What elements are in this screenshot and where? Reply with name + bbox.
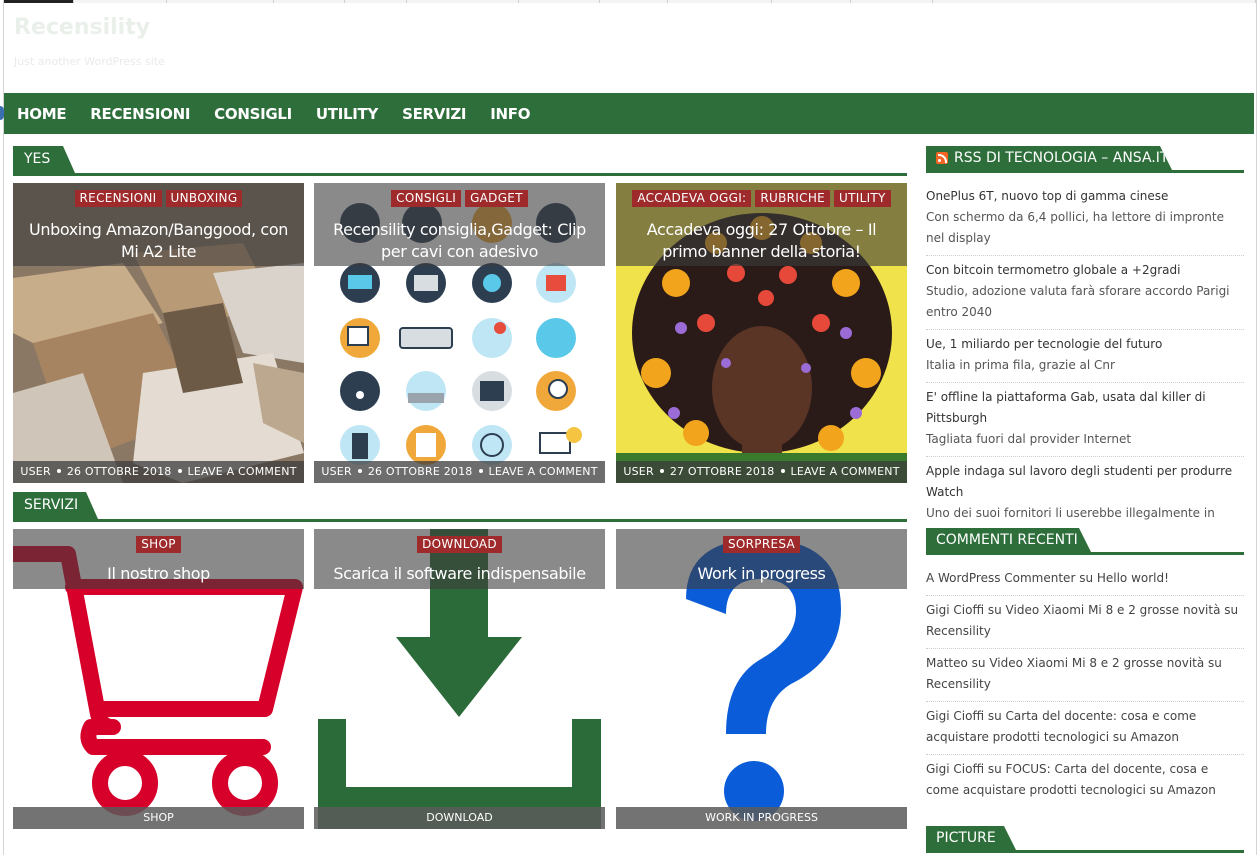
nav-item-home[interactable]: HOME <box>17 105 67 123</box>
category-badge[interactable]: GADGET <box>465 190 528 207</box>
post-comments-link[interactable]: LEAVE A COMMENT <box>188 465 297 478</box>
main-navigation: HOME RECENSIONI CONSIGLI UTILITY SERVIZI… <box>4 93 1254 134</box>
post-card[interactable]: CONSIGLI GADGET Recensility consiglia,Gad… <box>314 183 605 483</box>
post-author[interactable]: USER <box>321 465 351 478</box>
post-comments-link[interactable]: LEAVE A COMMENT <box>791 465 900 478</box>
category-badge[interactable]: SHOP <box>136 536 181 553</box>
rss-item-summary: Italia in prima fila, grazie al Cnr <box>926 358 1115 372</box>
widget-header-comments: COMMENTI RECENTI <box>926 528 1244 555</box>
post-title[interactable]: Recensility consiglia,Gadget: Clip per c… <box>322 219 597 263</box>
nav-item-recensioni[interactable]: RECENSIONI <box>90 105 190 123</box>
post-meta: USER 26 OTTOBRE 2018 LEAVE A COMMENT <box>314 461 605 483</box>
rss-item-summary: Studio, adozione valuta farà sforare acc… <box>926 284 1230 319</box>
site-title[interactable]: Recensility <box>14 15 150 40</box>
category-list: ACCADEVA OGGI: RUBRICHE UTILITY <box>616 190 907 207</box>
category-list: RECENSIONI UNBOXING <box>13 190 304 207</box>
category-list: CONSIGLI GADGET <box>314 190 605 207</box>
service-card[interactable]: SHOP Il nostro shop SHOP <box>13 529 304 829</box>
widget-title[interactable]: PICTURE <box>926 826 1016 850</box>
service-card[interactable]: DOWNLOAD Scarica il software indispensab… <box>314 529 605 829</box>
rss-item: Ue, 1 miliardo per tecnologie del futuro… <box>926 330 1244 383</box>
category-list: SORPRESA <box>616 536 907 553</box>
category-badge[interactable]: RECENSIONI <box>74 190 162 207</box>
widget-header-rss: RSS DI TECNOLOGIA – ANSA.IT <box>926 146 1244 173</box>
section-title[interactable]: YES <box>13 146 75 173</box>
rss-icon[interactable] <box>936 152 948 164</box>
post-author[interactable]: USER <box>623 465 653 478</box>
rss-item: OnePlus 6T, nuovo top di gamma cinese Co… <box>926 182 1244 256</box>
post-card[interactable]: RECENSIONI UNBOXING Unboxing Amazon/Bangg… <box>13 183 304 483</box>
rss-item: E' offline la piattaforma Gab, usata dal… <box>926 383 1244 457</box>
card-footer-label[interactable]: DOWNLOAD <box>314 807 605 829</box>
category-badge[interactable]: SORPRESA <box>722 536 800 553</box>
category-badge[interactable]: CONSIGLI <box>391 190 462 207</box>
site-description: Just another WordPress site <box>14 55 165 68</box>
rss-item-title[interactable]: Ue, 1 miliardo per tecnologie del futuro <box>926 334 1244 355</box>
rss-list: OnePlus 6T, nuovo top di gamma cinese Co… <box>926 182 1244 551</box>
post-title[interactable]: Unboxing Amazon/Banggood, con Mi A2 Lite <box>21 219 296 263</box>
comment-item[interactable]: Matteo su Video Xiaomi Mi 8 e 2 grosse n… <box>926 649 1244 702</box>
post-meta: USER 27 OTTOBRE 2018 LEAVE A COMMENT <box>616 461 907 483</box>
section-header-yes: YES <box>13 146 907 176</box>
card-footer-label[interactable]: SHOP <box>13 807 304 829</box>
post-title[interactable]: Scarica il software indispensabile <box>322 563 597 585</box>
recent-comments-list: A WordPress Commenter su Hello world! Gi… <box>926 564 1244 807</box>
post-author[interactable]: USER <box>20 465 50 478</box>
rss-item-summary: Tagliata fuori dal provider Internet <box>926 432 1132 446</box>
section-header-servizi: SERVIZI <box>13 492 907 522</box>
category-badge[interactable]: DOWNLOAD <box>417 536 502 553</box>
category-list: SHOP <box>13 536 304 553</box>
rss-item-title[interactable]: OnePlus 6T, nuovo top di gamma cinese <box>926 186 1244 207</box>
category-badge[interactable]: RUBRICHE <box>755 190 831 207</box>
category-badge[interactable]: ACCADEVA OGGI: <box>632 190 752 207</box>
post-date[interactable]: 26 OTTOBRE 2018 <box>368 465 473 478</box>
post-comments-link[interactable]: LEAVE A COMMENT <box>489 465 598 478</box>
post-card[interactable]: ACCADEVA OGGI: RUBRICHE UTILITY Accadeva o… <box>616 183 907 483</box>
widget-title[interactable]: COMMENTI RECENTI <box>926 528 1091 552</box>
comment-item[interactable]: Gigi Cioffi su Video Xiaomi Mi 8 e 2 gro… <box>926 596 1244 649</box>
comment-item[interactable]: A WordPress Commenter su Hello world! <box>926 564 1244 596</box>
category-list: DOWNLOAD <box>314 536 605 553</box>
nav-item-utility[interactable]: UTILITY <box>316 105 378 123</box>
post-date[interactable]: 26 OTTOBRE 2018 <box>67 465 172 478</box>
comment-item[interactable]: Gigi Cioffi su Carta del docente: cosa e… <box>926 702 1244 755</box>
post-title[interactable]: Il nostro shop <box>21 563 296 585</box>
post-title[interactable]: Work in progress <box>624 563 899 585</box>
nav-item-consigli[interactable]: CONSIGLI <box>214 105 292 123</box>
category-badge[interactable]: UTILITY <box>834 190 891 207</box>
rss-item-title[interactable]: Con bitcoin termometro globale a +2gradi <box>926 260 1244 281</box>
widget-title-label[interactable]: RSS DI TECNOLOGIA – ANSA.IT <box>954 146 1168 170</box>
widget-header-picture: PICTURE <box>926 826 1244 853</box>
rss-item-title[interactable]: Apple indaga sul lavoro degli studenti p… <box>926 461 1244 503</box>
rss-item: Con bitcoin termometro globale a +2gradi… <box>926 256 1244 330</box>
rss-item-summary: Con schermo da 6,4 pollici, ha lettore d… <box>926 210 1224 245</box>
comment-item[interactable]: Gigi Cioffi su FOCUS: Carta del docente,… <box>926 755 1244 807</box>
post-date[interactable]: 27 OTTOBRE 2018 <box>670 465 775 478</box>
section-title[interactable]: SERVIZI <box>13 492 98 519</box>
post-title[interactable]: Accadeva oggi: 27 Ottobre – Il primo ban… <box>624 219 899 263</box>
widget-title[interactable]: RSS DI TECNOLOGIA – ANSA.IT <box>926 146 1172 170</box>
card-footer-label[interactable]: WORK IN PROGRESS <box>616 807 907 829</box>
category-badge[interactable]: UNBOXING <box>165 190 243 207</box>
post-meta: USER 26 OTTOBRE 2018 LEAVE A COMMENT <box>13 461 304 483</box>
nav-item-servizi[interactable]: SERVIZI <box>402 105 466 123</box>
top-tab-strip <box>4 0 1256 3</box>
service-card[interactable]: SORPRESA Work in progress WORK IN PROGRE… <box>616 529 907 829</box>
rss-item-title[interactable]: E' offline la piattaforma Gab, usata dal… <box>926 387 1244 429</box>
nav-item-info[interactable]: INFO <box>490 105 530 123</box>
